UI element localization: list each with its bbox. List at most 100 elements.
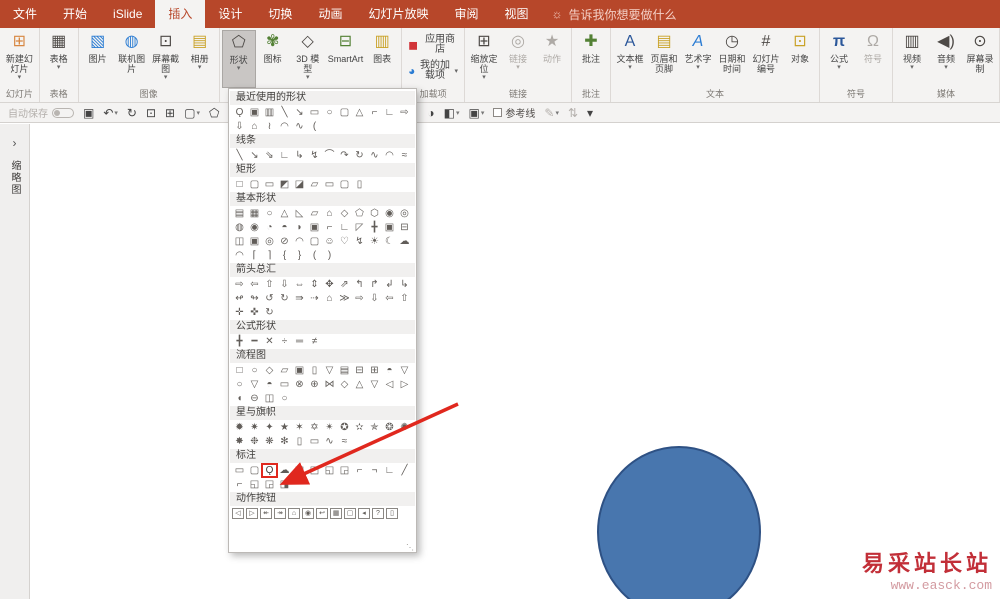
shape-menu-item[interactable]: ╲ — [232, 149, 247, 162]
link-button[interactable]: ◎ 链接 ▾ — [501, 30, 535, 88]
shape-menu-item[interactable]: ↬ — [247, 292, 262, 305]
shape-menu-item[interactable]: △ — [277, 207, 292, 220]
shape-menu-item[interactable]: ◎ — [262, 235, 277, 248]
slideshow-from-start-button[interactable]: ⊡ — [146, 106, 156, 120]
smartart-button[interactable]: ⊟ SmartArt — [326, 30, 365, 88]
quick-new-slide-button[interactable]: ▢ ▾ — [184, 106, 200, 120]
layout-button[interactable]: ▣ ▾ — [469, 106, 485, 120]
shape-menu-item[interactable]: ↫ — [232, 292, 247, 305]
shape-menu-item[interactable]: ⌐ — [352, 464, 367, 477]
shape-menu-item[interactable]: ✦ — [262, 421, 277, 434]
shape-menu-item[interactable]: ≈ — [337, 435, 352, 448]
shape-menu-item[interactable]: ⌒ — [322, 149, 337, 162]
photo-album-button[interactable]: ▤ 相册 ▾ — [183, 30, 217, 88]
shape-menu-item[interactable]: ↞ — [260, 508, 272, 519]
video-button[interactable]: ▥ 视频 ▾ — [895, 30, 929, 88]
shape-menu-item[interactable]: ▣ — [247, 106, 262, 119]
menu-resize-handle[interactable]: ⋱ — [406, 543, 414, 552]
shape-menu-item[interactable]: ✫ — [352, 421, 367, 434]
shape-menu-item[interactable]: ☺ — [322, 235, 337, 248]
shape-menu-item[interactable]: ⌐ — [322, 221, 337, 234]
tab-slideshow[interactable]: 幻灯片放映 — [355, 0, 441, 28]
shape-menu-item[interactable]: ⊗ — [292, 378, 307, 391]
shape-menu-item[interactable]: ○ — [277, 392, 292, 405]
shape-menu-item[interactable]: ¬ — [367, 464, 382, 477]
shape-menu-item[interactable]: ◇ — [262, 364, 277, 377]
shape-menu-item[interactable]: ⇦ — [247, 278, 262, 291]
shape-menu-item[interactable]: ∿ — [292, 120, 307, 133]
shape-menu-item[interactable]: ◖ — [232, 392, 247, 405]
shape-menu-item[interactable]: ◠ — [292, 235, 307, 248]
shape-menu-item[interactable]: ⇦ — [382, 292, 397, 305]
shape-menu-item[interactable]: ◁ — [232, 508, 244, 519]
table-button[interactable]: ▦ 表格 ▾ — [42, 30, 76, 88]
shape-menu-item[interactable]: ✜ — [247, 306, 262, 319]
shape-menu-item[interactable]: ◩ — [277, 178, 292, 191]
shape-menu-item[interactable]: ∿ — [322, 435, 337, 448]
shape-menu-item[interactable]: ▭ — [307, 106, 322, 119]
shapes-button[interactable]: ⬠ 形状 ▾ — [221, 30, 256, 88]
shape-menu-item[interactable]: ▣ — [382, 221, 397, 234]
shape-menu-item[interactable]: ✻ — [277, 435, 292, 448]
shape-menu-item[interactable]: ✸ — [232, 435, 247, 448]
shape-menu-item[interactable]: ↠ — [274, 508, 286, 519]
shape-menu-item[interactable]: ○ — [232, 378, 247, 391]
shape-menu-item[interactable]: ◱ — [322, 464, 337, 477]
comment-button[interactable]: ✚ 批注 — [574, 30, 608, 88]
shape-menu-item[interactable]: ) — [322, 249, 337, 262]
shape-menu-item[interactable]: ◎ — [397, 207, 412, 220]
shape-menu-item[interactable]: ◠ — [232, 249, 247, 262]
contrast-button[interactable]: ◑ — [427, 106, 434, 120]
shape-menu-item[interactable]: ═ — [292, 335, 307, 348]
shape-menu-item[interactable]: ↘ — [292, 106, 307, 119]
shape-menu-item[interactable]: ◓ — [382, 364, 397, 377]
online-pictures-button[interactable]: ◍ 联机图片 — [115, 30, 149, 88]
shape-menu-item[interactable]: ○ — [262, 207, 277, 220]
shape-menu-item[interactable]: ◲ — [262, 478, 277, 491]
store-button[interactable]: ◼ 应用商店 — [404, 34, 462, 56]
shape-menu-item[interactable]: ◠ — [277, 120, 292, 133]
shape-menu-item[interactable]: ▽ — [247, 378, 262, 391]
audio-button[interactable]: ◀) 音频 ▾ — [929, 30, 963, 88]
shape-menu-item[interactable]: ◳ — [292, 464, 307, 477]
icons-button[interactable]: ✾ 图标 — [256, 30, 290, 88]
shape-menu-item[interactable]: ⌂ — [322, 207, 337, 220]
shape-menu-item[interactable]: ↱ — [367, 278, 382, 291]
shape-menu-item[interactable]: ▭ — [277, 378, 292, 391]
shape-menu-item[interactable]: ◱ — [247, 478, 262, 491]
shape-menu-item[interactable]: ⌂ — [322, 292, 337, 305]
shape-menu-item[interactable]: □ — [232, 364, 247, 377]
shape-menu-item[interactable]: ⇗ — [337, 278, 352, 291]
shape-menu-item[interactable]: ▷ — [397, 378, 412, 391]
equation-button[interactable]: π 公式 ▾ — [822, 30, 856, 88]
shape-menu-item[interactable]: ◗ — [292, 221, 307, 234]
shape-menu-item[interactable]: { — [277, 249, 292, 262]
shape-menu-item[interactable]: ▱ — [307, 178, 322, 191]
tell-me-search[interactable]: ☼ 告诉我你想要做什么 — [542, 0, 687, 28]
slide-canvas[interactable] — [31, 124, 1000, 599]
shape-menu-item[interactable]: ◍ — [232, 221, 247, 234]
shape-menu-item[interactable]: ↯ — [352, 235, 367, 248]
tab-review[interactable]: 审阅 — [441, 0, 491, 28]
customize-qat-button[interactable]: ▾ — [587, 106, 593, 120]
shape-menu-item[interactable]: ⇕ — [307, 278, 322, 291]
shape-menu-item[interactable]: ❂ — [382, 421, 397, 434]
shape-menu-item[interactable]: ╋ — [232, 335, 247, 348]
shape-menu-item[interactable]: ▢ — [337, 178, 352, 191]
shape-menu-item[interactable]: ↳ — [292, 149, 307, 162]
shape-menu-item[interactable]: ╱ — [397, 464, 412, 477]
shape-menu-item[interactable]: ⇧ — [397, 292, 412, 305]
shape-menu-item[interactable]: ↳ — [397, 278, 412, 291]
shape-menu-item[interactable]: ◉ — [382, 207, 397, 220]
shape-menu-item[interactable]: ✶ — [292, 421, 307, 434]
shape-menu-item[interactable]: ▯ — [307, 364, 322, 377]
shape-menu-item[interactable]: ▭ — [322, 178, 337, 191]
shape-menu-item[interactable]: ∟ — [337, 221, 352, 234]
shape-menu-item[interactable]: ≠ — [307, 335, 322, 348]
shape-menu-item[interactable]: ∟ — [382, 464, 397, 477]
shape-menu-item[interactable]: ✹ — [232, 421, 247, 434]
shape-menu-item[interactable]: ↯ — [307, 149, 322, 162]
shape-menu-item[interactable]: ◲ — [337, 464, 352, 477]
text-box-button[interactable]: A 文本框 ▾ — [613, 30, 647, 88]
shape-menu-item[interactable]: ▤ — [232, 207, 247, 220]
